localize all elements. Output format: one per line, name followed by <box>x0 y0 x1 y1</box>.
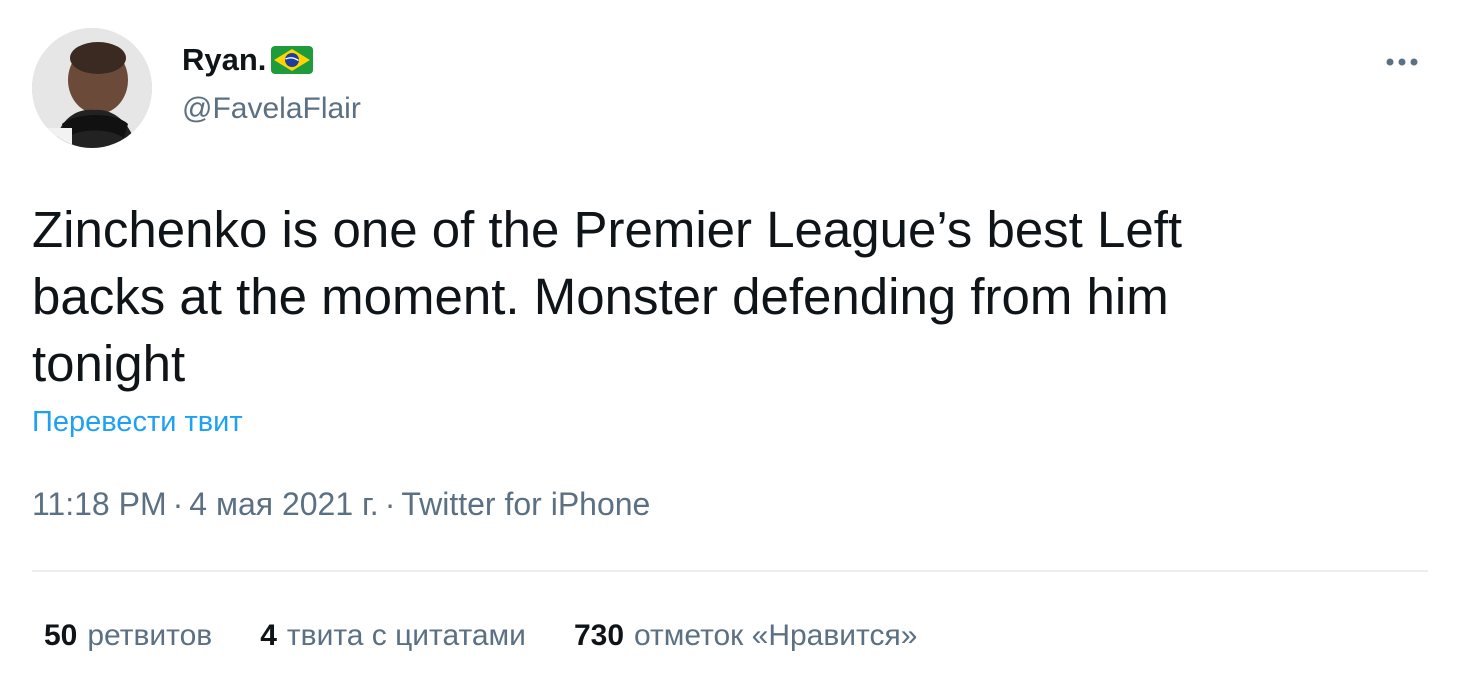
brazil-flag-icon <box>271 46 314 74</box>
meta-separator: · <box>384 486 396 522</box>
quote-tweets-stat[interactable]: 4 твита с цитатами <box>260 619 526 653</box>
author-handle[interactable]: @FavelaFlair <box>182 92 361 126</box>
stat-count: 4 <box>260 619 277 652</box>
user-avatar-icon <box>32 28 152 148</box>
translate-tweet-link[interactable]: Перевести твит <box>32 406 243 439</box>
more-dots-icon <box>1386 58 1418 66</box>
stat-count: 730 <box>573 619 625 652</box>
likes-stat[interactable]: 730 отметок «Нравится» <box>574 619 917 653</box>
author-name-row[interactable]: Ryan. <box>182 40 314 80</box>
tweet-metadata: 11:18 PM · 4 мая 2021 г. · Twitter for i… <box>32 486 650 523</box>
engagement-stats: 50 ретвитов 4 твита с цитатами 730 отмет… <box>44 612 965 660</box>
avatar[interactable] <box>32 28 152 148</box>
retweets-stat[interactable]: 50 ретвитов <box>44 619 212 653</box>
tweet-date[interactable]: 4 мая 2021 г. <box>189 486 378 523</box>
divider <box>32 570 1428 572</box>
display-name[interactable]: Ryan. <box>182 42 266 78</box>
stat-label: отметок «Нравится» <box>634 619 918 652</box>
stat-label: твита с цитатами <box>286 619 526 652</box>
tweet-text: Zinchenko is one of the Premier League’s… <box>32 201 1183 392</box>
tweet-source[interactable]: Twitter for iPhone <box>401 486 650 523</box>
more-options-button[interactable] <box>1378 44 1426 80</box>
tweet-time[interactable]: 11:18 PM <box>32 486 167 523</box>
tweet: Ryan. @FavelaFlair Zinchenko is one of t… <box>0 0 1460 692</box>
stat-label: ретвитов <box>87 619 213 652</box>
stat-count: 50 <box>44 619 78 652</box>
meta-separator: · <box>172 486 184 522</box>
